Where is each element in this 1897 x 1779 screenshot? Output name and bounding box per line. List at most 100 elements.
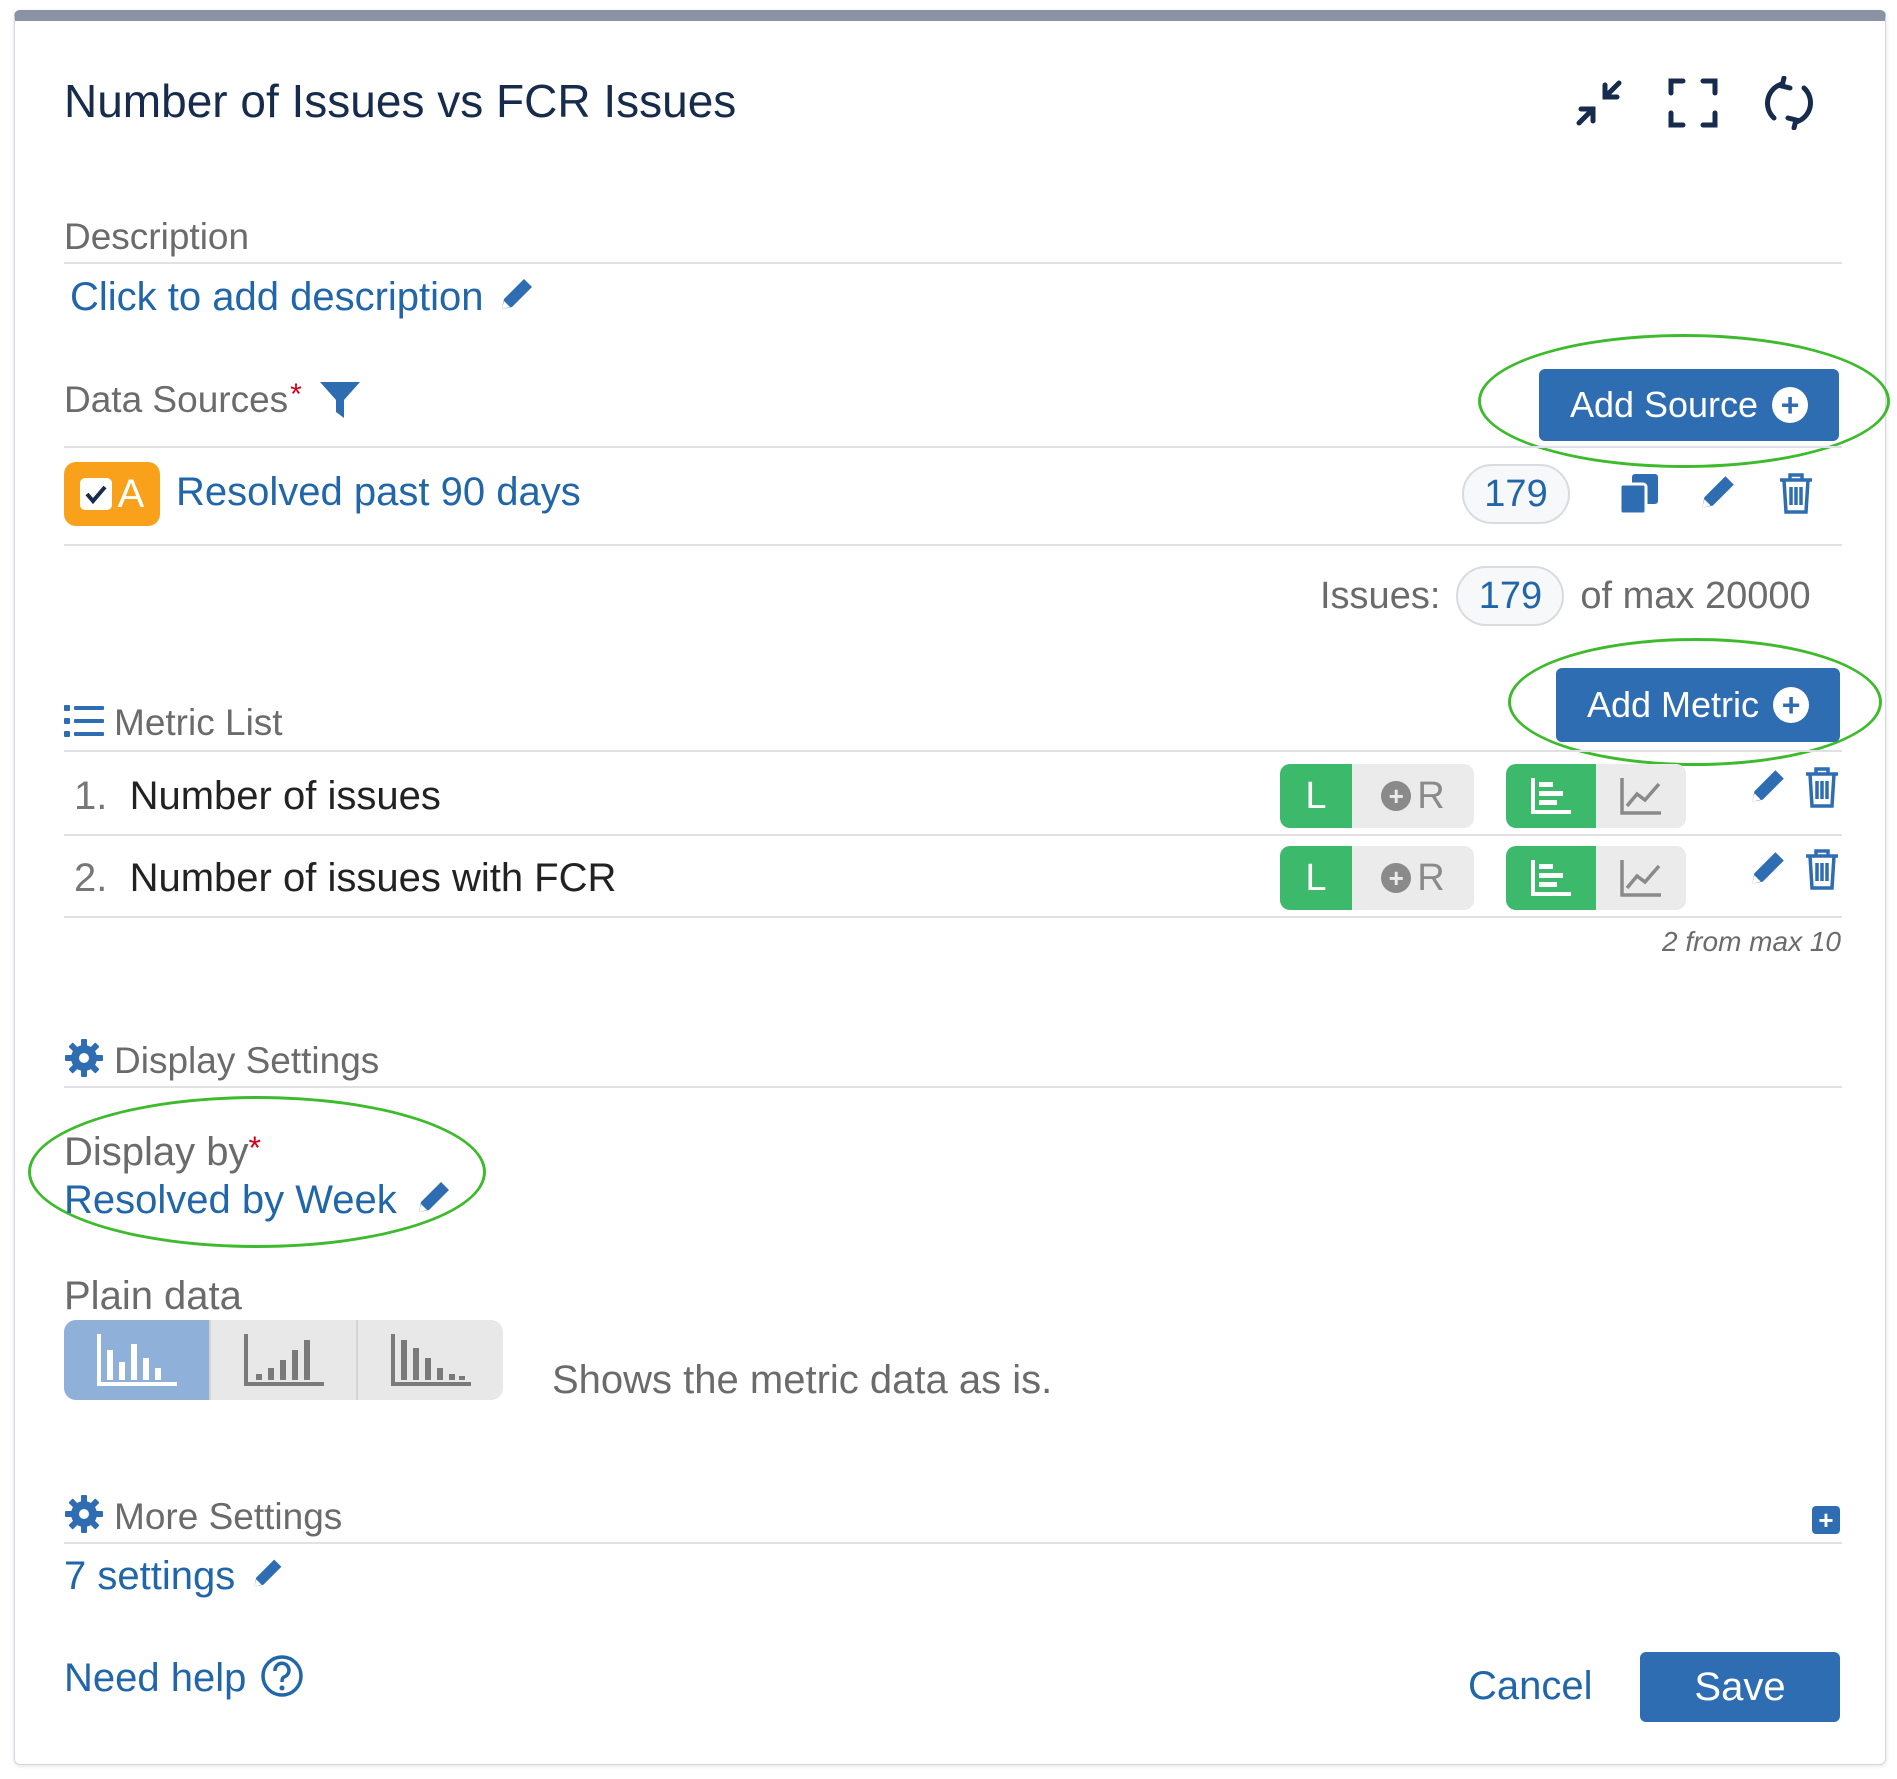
plain-data-description: Shows the metric data as is. [552,1358,1053,1402]
pencil-icon [249,1556,285,1597]
data-mode-toggle[interactable] [64,1320,503,1400]
source-count-badge: 179 [1462,464,1570,524]
source-letter: A [117,471,145,516]
more-settings-header: More Settings [64,1494,342,1539]
pencil-icon [496,275,536,320]
plus-circle-icon: + [1381,781,1412,811]
list-icon [64,703,104,744]
metric-name: Number of issues [129,774,441,818]
display-by-label: Display by* [64,1130,261,1175]
metric-list-header: Metric List [64,702,283,744]
axis-right-button[interactable]: + R [1352,846,1474,910]
divider [64,834,1842,836]
issues-label: Issues: [1320,574,1441,617]
data-sources-label: Data Sources * [64,378,362,422]
filter-icon[interactable] [318,378,362,422]
sorted-data-button[interactable] [358,1320,503,1400]
display-by-value: Resolved by Week [64,1178,397,1222]
chart-type-toggle[interactable] [1506,846,1686,910]
axis-right-label: R [1417,856,1445,899]
plain-data-label: Plain data [64,1274,242,1318]
description-label: Description [64,216,250,257]
axis-right-button[interactable]: + R [1352,764,1474,828]
pencil-icon [413,1178,453,1223]
cumulative-data-button[interactable] [211,1320,358,1400]
trash-icon[interactable] [1778,472,1814,519]
ascending-bars-icon [243,1334,324,1386]
add-description-link[interactable]: Click to add description [70,275,536,320]
add-metric-button[interactable]: Add Metric + [1556,668,1840,742]
source-name-link[interactable]: Resolved past 90 days [176,470,581,515]
descending-bars-icon [390,1334,471,1386]
pencil-icon[interactable] [1696,472,1738,519]
gear-icon [64,1494,104,1539]
divider [64,916,1842,918]
bar-chart-icon [1531,860,1571,896]
issues-summary: Issues: 179 of max 20000 [1320,566,1811,626]
plain-data-button[interactable] [64,1320,211,1400]
chart-type-toggle[interactable] [1506,764,1686,828]
pencil-icon[interactable] [1746,766,1788,813]
required-marker: * [290,378,302,411]
add-source-button[interactable]: Add Source + [1539,369,1839,441]
bar-chart-icon [1531,778,1571,814]
add-metric-label: Add Metric [1586,684,1760,725]
display-by-text: Display by [64,1130,249,1174]
plus-circle-icon: + [1773,687,1810,723]
metric-list-label: Metric List [114,702,283,743]
axis-right-label: R [1417,774,1445,817]
issues-count-badge: 179 [1456,566,1565,626]
display-settings-label: Display Settings [114,1039,380,1081]
metric-name: Number of issues with FCR [129,856,617,900]
pencil-icon[interactable] [1746,848,1788,895]
add-description-text: Click to add description [70,275,484,319]
metric-row[interactable]: 2. Number of issues with FCR [74,856,616,901]
axis-left-button[interactable]: L [1280,846,1352,910]
more-settings-label: More Settings [114,1495,343,1537]
need-help-link[interactable]: Need help [64,1654,304,1703]
fullscreen-icon[interactable] [1666,76,1720,130]
plain-bars-icon [96,1334,177,1386]
source-badge[interactable]: A [64,462,160,526]
more-settings-link[interactable]: 7 settings [64,1554,285,1599]
cancel-button[interactable]: Cancel [1468,1664,1593,1709]
panel-title: Number of Issues vs FCR Issues [64,75,737,127]
save-button[interactable]: Save [1640,1652,1840,1722]
metric-index: 2. [74,856,108,900]
display-by-value-link[interactable]: Resolved by Week [64,1178,453,1223]
divider [64,262,1842,264]
plus-circle-icon: + [1772,387,1809,423]
add-source-label: Add Source [1569,384,1759,425]
need-help-text: Need help [64,1656,247,1700]
divider [64,446,1842,448]
axis-left-button[interactable]: L [1280,764,1352,828]
copy-icon[interactable] [1618,472,1660,521]
more-settings-value: 7 settings [64,1554,236,1598]
gear-icon [64,1038,104,1083]
metric-count-text: 2 from max 10 [1662,926,1841,957]
expand-plus-icon[interactable]: + [1812,1505,1840,1535]
bar-chart-button[interactable] [1506,764,1596,828]
bar-chart-button[interactable] [1506,846,1596,910]
data-sources-text: Data Sources [64,379,289,420]
metric-row[interactable]: 1. Number of issues [74,774,441,819]
display-settings-header: Display Settings [64,1038,379,1083]
line-chart-icon [1620,778,1661,815]
divider [64,1086,1842,1088]
refresh-icon[interactable] [1762,76,1816,130]
required-marker: * [248,1130,261,1166]
issues-max-text: of max 20000 [1580,574,1811,617]
line-chart-button[interactable] [1596,764,1686,828]
metric-index: 1. [74,774,108,818]
plus-circle-icon: + [1381,863,1412,893]
trash-icon[interactable] [1804,766,1840,813]
axis-toggle[interactable]: L + R [1280,846,1474,910]
axis-toggle[interactable]: L + R [1280,764,1474,828]
line-chart-icon [1620,860,1661,897]
checkbox-checked-icon[interactable] [79,478,112,510]
line-chart-button[interactable] [1596,846,1686,910]
collapse-icon[interactable] [1572,76,1626,130]
divider [64,1542,1842,1544]
divider [64,544,1842,546]
trash-icon[interactable] [1804,848,1840,895]
